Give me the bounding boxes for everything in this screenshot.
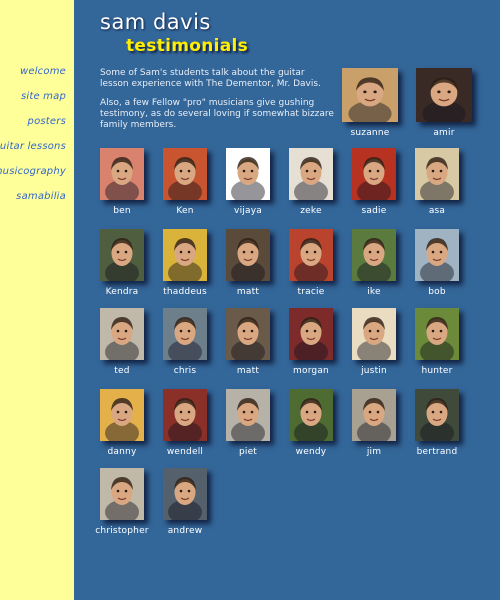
testimonial-photo[interactable] (415, 389, 459, 441)
testimonial-name: chris (173, 366, 197, 376)
testimonial-photo[interactable] (226, 229, 270, 281)
testimonial-name: Ken (176, 206, 194, 216)
testimonial-photo[interactable] (352, 389, 396, 441)
nav-link-posters[interactable]: posters (28, 116, 66, 127)
testimonial-name: piet (238, 447, 258, 457)
sidebar: welcome site map posters guitar lessons … (0, 0, 74, 600)
testimonial-photo[interactable] (100, 308, 144, 360)
testimonial-photo[interactable] (415, 148, 459, 200)
intro-paragraph: Some of Sam's students talk about the gu… (100, 68, 321, 89)
testimonial-photo[interactable] (163, 148, 207, 200)
testimonial-name: vijaya (234, 206, 262, 216)
testimonial-name: asa (428, 206, 446, 216)
testimonial-photo[interactable] (289, 229, 333, 281)
testimonial-name: matt (236, 366, 260, 376)
page-title: testimonials (126, 36, 249, 56)
testimonial-photo[interactable] (226, 308, 270, 360)
testimonial-photo[interactable] (163, 308, 207, 360)
testimonial-name: zeke (300, 206, 322, 216)
site-title: sam davis (100, 10, 211, 34)
testimonial-name: tracie (297, 287, 325, 297)
testimonial-name: sadie (361, 206, 387, 216)
nav-link-musicography[interactable]: musicography (0, 166, 66, 177)
testimonial-photo[interactable] (100, 229, 144, 281)
testimonial-name: danny (107, 447, 137, 457)
testimonial-name: bob (428, 287, 446, 297)
testimonial-name: wendell (166, 447, 204, 457)
testimonial-name: jim (366, 447, 382, 457)
testimonial-photo[interactable] (415, 229, 459, 281)
intro-paragraph: Also, a few Fellow "pro" musicians give … (100, 98, 334, 130)
testimonial-photo[interactable] (352, 148, 396, 200)
testimonial-name: christopher (95, 526, 149, 536)
testimonial-name: ted (114, 366, 130, 376)
testimonial-photo[interactable] (289, 308, 333, 360)
featured-name: amir (433, 128, 455, 138)
featured-name: suzanne (350, 128, 390, 138)
testimonial-photo[interactable] (352, 308, 396, 360)
testimonial-photo[interactable] (415, 308, 459, 360)
testimonial-photo[interactable] (163, 229, 207, 281)
testimonial-name: thaddeus (163, 287, 207, 297)
nav-link-site-map[interactable]: site map (21, 91, 66, 102)
testimonial-name: hunter (421, 366, 453, 376)
testimonial-photo[interactable] (289, 389, 333, 441)
testimonial-photo[interactable] (226, 148, 270, 200)
testimonial-name: andrew (167, 526, 203, 536)
testimonial-photo[interactable] (289, 148, 333, 200)
testimonial-name: ike (367, 287, 381, 297)
testimonial-photo[interactable] (163, 389, 207, 441)
testimonial-photo[interactable] (100, 148, 144, 200)
testimonial-photo[interactable] (100, 389, 144, 441)
testimonial-name: matt (236, 287, 260, 297)
featured-photo[interactable] (416, 68, 472, 122)
testimonial-photo[interactable] (352, 229, 396, 281)
testimonial-name: ben (113, 206, 131, 216)
testimonial-name: morgan (293, 366, 329, 376)
testimonial-photo[interactable] (226, 389, 270, 441)
nav-link-welcome[interactable]: welcome (20, 66, 66, 77)
testimonial-photo[interactable] (100, 468, 144, 520)
testimonial-name: wendy (295, 447, 327, 457)
testimonial-name: bertrand (416, 447, 458, 457)
nav-link-guitar-lessons[interactable]: guitar lessons (0, 141, 66, 152)
nav-link-samabilia[interactable]: samabilia (16, 191, 66, 202)
featured-photo[interactable] (342, 68, 398, 122)
testimonial-name: justin (361, 366, 387, 376)
testimonial-name: Kendra (105, 287, 139, 297)
testimonial-photo[interactable] (163, 468, 207, 520)
